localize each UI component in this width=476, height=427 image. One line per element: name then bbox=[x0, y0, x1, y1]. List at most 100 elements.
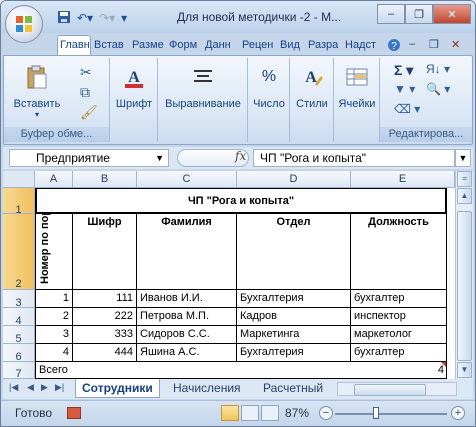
tab-home[interactable]: Главн bbox=[57, 35, 91, 55]
table-cell-num[interactable]: 2 bbox=[35, 308, 73, 326]
sheet-tab-payroll[interactable]: Расчетный bbox=[257, 379, 335, 398]
normal-view-icon[interactable] bbox=[221, 405, 239, 421]
column-header-b[interactable]: B bbox=[73, 171, 137, 188]
find-select-icon[interactable]: 🔍 ▾ bbox=[426, 82, 450, 96]
minimize-button[interactable]: – bbox=[377, 4, 405, 24]
table-cell-position[interactable]: бухгалтер bbox=[351, 290, 447, 308]
table-cell-department[interactable]: Маркетинга bbox=[237, 326, 351, 344]
worksheet-grid[interactable]: A B C D E 1 2 3 4 5 6 7 ЧП "Рога и копыт… bbox=[3, 171, 455, 379]
zoom-level[interactable]: 87% bbox=[285, 406, 309, 420]
tab-data[interactable]: Данн bbox=[205, 37, 238, 54]
column-header-c[interactable]: C bbox=[137, 171, 237, 188]
tab-developer[interactable]: Разра bbox=[308, 37, 341, 54]
zoom-slider-thumb[interactable] bbox=[373, 407, 379, 419]
horizontal-scroll-thumb[interactable] bbox=[354, 384, 426, 396]
zoom-in-icon[interactable]: + bbox=[451, 406, 465, 420]
ribbon-close-icon[interactable]: ✕ bbox=[451, 38, 460, 51]
table-cell-department[interactable]: Кадров bbox=[237, 308, 351, 326]
tab-page-layout[interactable]: Разме bbox=[132, 37, 166, 54]
table-cell-surname[interactable]: Петрова М.П. bbox=[137, 308, 237, 326]
page-break-view-icon[interactable] bbox=[261, 405, 279, 421]
table-cell-department[interactable]: Бухгалтерия bbox=[237, 290, 351, 308]
paste-dropdown-icon[interactable]: ▾ bbox=[12, 110, 62, 119]
name-box-dropdown-icon[interactable]: ▼ bbox=[155, 150, 164, 166]
macro-record-icon[interactable] bbox=[67, 407, 81, 419]
formula-input[interactable]: ЧП "Рога и копыта" bbox=[253, 149, 455, 167]
alignment-button[interactable]: Выравнивание bbox=[160, 64, 246, 110]
styles-button[interactable]: A Стили bbox=[292, 64, 332, 110]
tab-addins[interactable]: Надст bbox=[345, 37, 379, 54]
select-all-corner[interactable] bbox=[3, 171, 35, 188]
prev-sheet-icon[interactable]: ◀ bbox=[27, 382, 34, 393]
header-num-cell[interactable]: Номер по порядку bbox=[35, 214, 73, 290]
ribbon-minimize-icon[interactable]: – bbox=[409, 38, 415, 50]
sheet-tab-employees[interactable]: Сотрудники bbox=[75, 379, 160, 398]
table-cell-cipher[interactable]: 333 bbox=[73, 326, 137, 344]
table-cell-position[interactable]: бухгалтер bbox=[351, 344, 447, 362]
table-cell-surname[interactable]: Сидоров С.С. bbox=[137, 326, 237, 344]
last-sheet-icon[interactable]: ▶| bbox=[55, 382, 64, 393]
ribbon-restore-icon[interactable]: ❐ bbox=[429, 38, 439, 51]
horizontal-scrollbar[interactable] bbox=[337, 382, 457, 396]
column-header-a[interactable]: A bbox=[35, 171, 73, 188]
row-header-3[interactable]: 3 bbox=[3, 290, 35, 309]
header-surname-cell[interactable]: Фамилия bbox=[137, 214, 237, 290]
table-cell-position[interactable]: инспектор bbox=[351, 308, 447, 326]
header-position-cell[interactable]: Должность bbox=[351, 214, 447, 290]
redo-icon[interactable]: ↷▾ bbox=[99, 11, 115, 25]
tab-review[interactable]: Рецен bbox=[242, 37, 275, 54]
tab-view[interactable]: Вид bbox=[280, 37, 304, 54]
column-header-e[interactable]: E bbox=[351, 171, 455, 188]
table-cell-department[interactable]: Бухгалтерия bbox=[237, 344, 351, 362]
fill-icon[interactable]: ▼ ▾ bbox=[394, 82, 415, 96]
zoom-out-icon[interactable]: − bbox=[319, 406, 333, 420]
insert-function-icon[interactable]: fx bbox=[235, 149, 246, 163]
table-cell-cipher[interactable]: 222 bbox=[73, 308, 137, 326]
table-cell-num[interactable]: 3 bbox=[35, 326, 73, 344]
format-painter-icon[interactable]: 🖌 bbox=[80, 104, 98, 121]
header-cipher-cell[interactable]: Шифр bbox=[73, 214, 137, 290]
row-header-4[interactable]: 4 bbox=[3, 308, 35, 327]
paste-button[interactable]: Вставить ▾ bbox=[12, 64, 62, 119]
copy-icon[interactable]: ⧉ bbox=[80, 84, 90, 101]
table-cell-position[interactable]: маркетолог bbox=[351, 326, 447, 344]
undo-icon[interactable]: ↶▾ bbox=[77, 11, 93, 25]
split-box-icon[interactable]: = bbox=[457, 171, 472, 187]
font-button[interactable]: A Шрифт bbox=[112, 64, 156, 110]
expand-formula-bar-icon[interactable]: ▼ bbox=[455, 149, 471, 167]
close-button[interactable]: ✕ bbox=[433, 4, 471, 24]
row-header-6[interactable]: 6 bbox=[3, 344, 35, 363]
column-header-d[interactable]: D bbox=[237, 171, 351, 188]
row-header-7[interactable]: 7 bbox=[3, 362, 35, 379]
office-button[interactable] bbox=[5, 5, 43, 43]
restore-button[interactable]: ❐ bbox=[405, 4, 433, 24]
name-box[interactable]: Предприятие ▼ bbox=[9, 149, 169, 167]
cells-button[interactable]: Ячейки bbox=[336, 64, 378, 110]
title-cell[interactable]: ЧП "Рога и копыта" bbox=[35, 188, 447, 214]
autosum-icon[interactable]: Σ ▾ bbox=[394, 62, 413, 79]
page-layout-view-icon[interactable] bbox=[241, 405, 259, 421]
scroll-up-icon[interactable]: ▲ bbox=[457, 188, 472, 204]
next-sheet-icon[interactable]: ▶ bbox=[41, 382, 48, 393]
clear-icon[interactable]: ⌫ ▾ bbox=[394, 102, 420, 116]
tab-formulas[interactable]: Форм bbox=[169, 37, 201, 54]
zoom-slider-track[interactable] bbox=[335, 413, 447, 415]
number-button[interactable]: % Число bbox=[250, 64, 288, 110]
tab-insert[interactable]: Встав bbox=[94, 37, 128, 54]
scroll-down-icon[interactable]: ▼ bbox=[457, 362, 472, 378]
cut-icon[interactable]: ✂ bbox=[80, 64, 92, 81]
table-cell-num[interactable]: 4 bbox=[35, 344, 73, 362]
table-cell-surname[interactable]: Иванов И.И. bbox=[137, 290, 237, 308]
table-cell-num[interactable]: 1 bbox=[35, 290, 73, 308]
first-sheet-icon[interactable]: |◀ bbox=[9, 382, 18, 393]
save-icon[interactable] bbox=[57, 10, 71, 27]
customize-qat-icon[interactable]: ▾ bbox=[121, 11, 127, 25]
sort-filter-icon[interactable]: Я↓ ▾ bbox=[426, 62, 450, 76]
total-value-cell[interactable]: 4 bbox=[351, 362, 447, 379]
vertical-scroll-thumb[interactable] bbox=[457, 211, 472, 361]
row-header-1[interactable]: 1 bbox=[3, 188, 35, 216]
header-department-cell[interactable]: Отдел bbox=[237, 214, 351, 290]
row-header-5[interactable]: 5 bbox=[3, 326, 35, 345]
table-cell-cipher[interactable]: 111 bbox=[73, 290, 137, 308]
vertical-scrollbar[interactable]: = ▲ ▼ bbox=[455, 171, 473, 379]
